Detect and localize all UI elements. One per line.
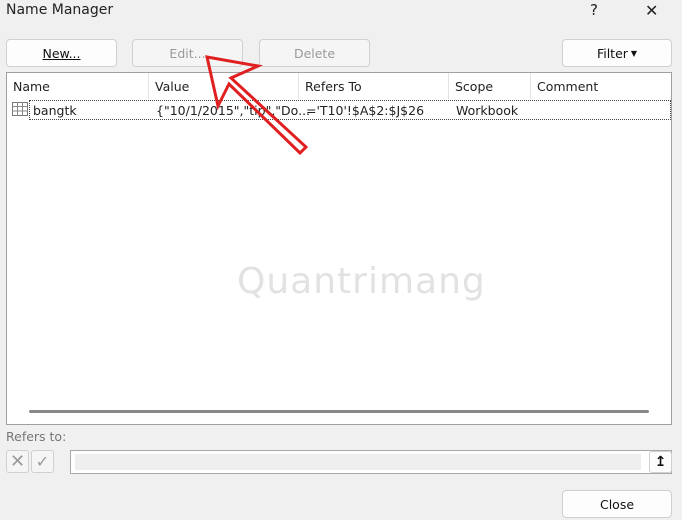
names-list[interactable]: Name Value Refers To Scope Comment bangt… (6, 72, 672, 425)
close-button[interactable]: Close (562, 490, 672, 518)
close-label: Close (599, 496, 635, 512)
filter-label: Filter (596, 45, 628, 61)
column-header-value[interactable]: Value (149, 73, 299, 99)
delete-label: Delete (293, 45, 336, 61)
edit-label: Edit... (169, 45, 206, 61)
column-header-comment[interactable]: Comment (531, 73, 671, 99)
refers-to-label: Refers to: (6, 429, 67, 444)
dropdown-caret-icon: ▼ (630, 48, 638, 58)
close-icon[interactable]: ✕ (645, 1, 658, 20)
collapse-dialog-button[interactable]: ↥ (649, 451, 672, 473)
row-value: {"10/1/2015","tip","Do... (156, 102, 311, 118)
horizontal-scrollbar[interactable] (29, 410, 649, 413)
help-button[interactable]: ? (590, 1, 598, 19)
refers-to-value (75, 454, 641, 470)
table-icon (12, 102, 28, 116)
column-header-name[interactable]: Name (7, 73, 149, 99)
new-button[interactable]: New... (6, 39, 117, 67)
column-header-scope[interactable]: Scope (449, 73, 531, 99)
refers-to-input[interactable]: ↥ (70, 450, 672, 474)
watermark: Quantrimang (237, 261, 486, 302)
row-refers-to: ='T10'!$A$2:$J$26 (306, 102, 425, 118)
column-header-refers-to[interactable]: Refers To (299, 73, 449, 99)
edit-button[interactable]: Edit... (132, 39, 243, 67)
dialog-title: Name Manager (6, 2, 114, 18)
filter-button[interactable]: Filter ▼ (562, 39, 672, 67)
confirm-edit-button[interactable]: ✓ (31, 450, 54, 473)
new-label: New... (42, 45, 81, 61)
row-scope: Workbook (456, 102, 519, 118)
cancel-edit-button[interactable]: ✕ (6, 450, 29, 473)
row-name: bangtk (33, 102, 77, 118)
delete-button[interactable]: Delete (259, 39, 370, 67)
